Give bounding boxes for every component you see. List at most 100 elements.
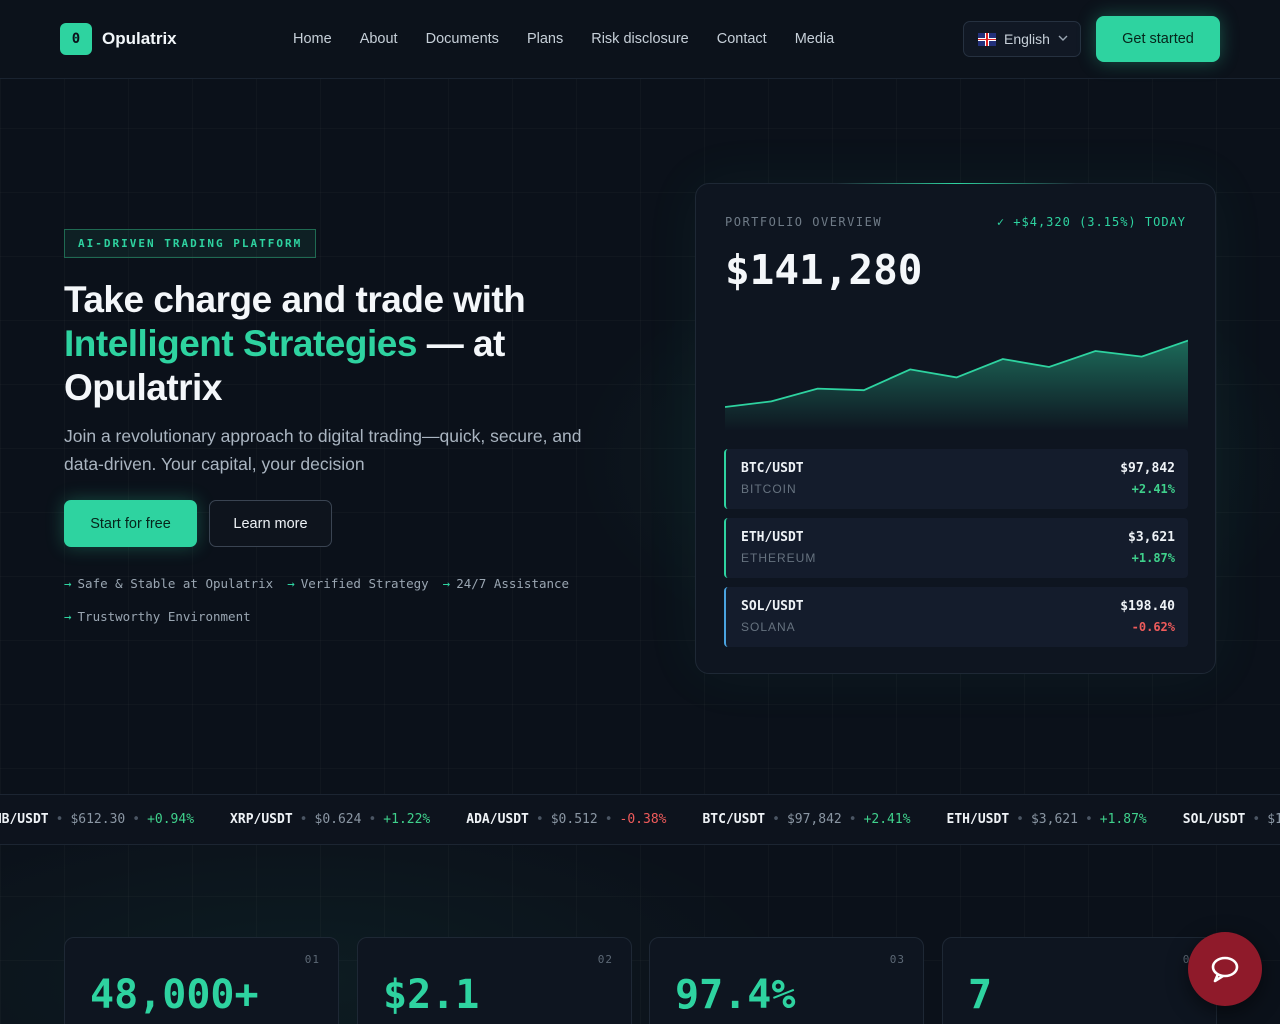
ticker-item[interactable]: ETH/USDT • $3,621 • +1.87% <box>947 812 1147 827</box>
nav-item-documents[interactable]: Documents <box>426 31 499 47</box>
coin-name: ETHEREUM <box>741 551 817 565</box>
headline-part-1: Take charge and trade with <box>64 279 526 320</box>
price-ticker: BNB/USDT • $612.30 • +0.94% XRP/USDT • $0.624 • +… <box>0 794 1280 845</box>
ticker-item[interactable]: BTC/USDT • $97,842 • +2.41% <box>702 812 910 827</box>
nav-item-risk-disclosure[interactable]: Risk disclosure <box>591 31 689 47</box>
separator-dot: • <box>848 812 857 827</box>
ticker-price: $0.624 <box>314 812 362 827</box>
ticker-change: +0.94% <box>147 812 195 827</box>
feature-item: → Trustworthy Environment <box>64 609 251 624</box>
feature-item: → Verified Strategy <box>287 576 429 591</box>
portfolio-area-chart <box>725 339 1188 431</box>
start-for-free-button[interactable]: Start for free <box>64 500 197 547</box>
portfolio-today-change: ✓ +$4,320 (3.15%) TODAY <box>996 215 1186 229</box>
ticker-item[interactable]: SOL/USDT•$198.40•-0.62% <box>1183 812 1280 827</box>
market-row-btc[interactable]: BTC/USDT BITCOIN $97,842 +2.41% <box>724 449 1188 509</box>
language-label: English <box>1004 31 1050 47</box>
brand-logo[interactable]: 0 Opulatrix <box>60 23 177 55</box>
arrow-right-icon: → <box>287 576 295 591</box>
nav-item-about[interactable]: About <box>360 31 398 47</box>
feature-item: → 24/7 Assistance <box>442 576 570 591</box>
arrow-right-icon: → <box>64 609 72 624</box>
separator-dot: • <box>1252 812 1261 827</box>
ticker-track: BNB/USDT • $612.30 • +0.94% XRP/USDT • $0.624 • +… <box>0 812 1280 827</box>
stat-index: 03 <box>889 953 905 966</box>
stat-card: 04 7 <box>942 937 1217 1024</box>
coin-name: SOLANA <box>741 620 796 634</box>
ticker-price: $198.40 <box>1267 812 1280 827</box>
pair-change: -0.62% <box>1131 620 1175 634</box>
pair-price: $198.40 <box>1120 599 1175 614</box>
language-selector[interactable]: English <box>963 21 1081 57</box>
uk-flag-icon <box>978 32 996 46</box>
stat-value: 7 <box>968 972 993 1018</box>
arrow-right-icon: → <box>442 576 451 591</box>
hero-headline: Take charge and trade with Intelligent S… <box>64 278 624 410</box>
hero-subtext: Join a revolutionary approach to digital… <box>64 426 582 474</box>
stat-index: 01 <box>304 953 320 966</box>
arrow-right-icon: → <box>64 576 72 591</box>
pair-price: $97,842 <box>1120 461 1175 476</box>
separator-dot: • <box>299 812 308 827</box>
stat-value: 48,000+ <box>90 972 259 1018</box>
pair-change: +2.41% <box>1131 482 1175 496</box>
ticker-item[interactable]: BNB/USDT • $612.30 • +0.94% <box>0 812 194 827</box>
separator-dot: • <box>604 812 613 827</box>
portfolio-card: PORTFOLIO OVERVIEW ✓ +$4,320 (3.15%) TOD… <box>695 183 1216 674</box>
pair-name: BTC/USDT <box>741 461 804 476</box>
ticker-symbol: ETH/USDT <box>946 812 1010 827</box>
nav-item-home[interactable]: Home <box>293 31 332 47</box>
logo-mark-icon: 0 <box>60 23 92 55</box>
ticker-price: $97,842 <box>786 812 842 827</box>
nav-item-plans[interactable]: Plans <box>527 31 563 47</box>
coin-name: BITCOIN <box>741 482 797 496</box>
main-menu: Home About Documents Plans Risk disclosu… <box>293 31 834 47</box>
stat-value: 97.4% <box>675 972 796 1018</box>
pair-change: +1.87% <box>1131 551 1175 565</box>
stat-value: $2.1 <box>383 972 480 1018</box>
separator-dot: • <box>535 812 544 827</box>
stat-card: 01 48,000+ <box>64 937 339 1024</box>
stat-index: 02 <box>597 953 613 966</box>
separator-dot: • <box>55 812 64 827</box>
portfolio-total: $141,280 <box>725 246 923 294</box>
ticker-symbol: BNB/USDT <box>0 812 49 827</box>
ticker-symbol: SOL/USDT <box>1182 812 1246 827</box>
portfolio-label: PORTFOLIO OVERVIEW <box>725 215 883 229</box>
pair-name: SOL/USDT <box>741 599 804 614</box>
ticker-change: +1.87% <box>1099 812 1147 827</box>
ticker-symbol: ADA/USDT <box>466 812 529 827</box>
ticker-price: $612.30 <box>70 812 126 827</box>
nav-item-contact[interactable]: Contact <box>717 31 767 47</box>
ticker-price: $0.512 <box>550 812 598 827</box>
ticker-change: -0.38% <box>619 812 667 827</box>
top-navigation: 0 Opulatrix Home About Documents Plans R… <box>0 0 1280 79</box>
ticker-item[interactable]: XRP/USDT • $0.624 • +1.22% <box>230 812 430 827</box>
get-started-button[interactable]: Get started <box>1096 16 1220 62</box>
nav-item-media[interactable]: Media <box>795 31 835 47</box>
market-row-eth[interactable]: ETH/USDT ETHEREUM $3,621 +1.87% <box>724 518 1188 578</box>
ticker-price: $3,621 <box>1030 812 1078 827</box>
headline-accent: Intelligent Strategies <box>64 323 417 364</box>
chat-button[interactable] <box>1188 932 1262 1006</box>
separator-dot: • <box>132 812 141 827</box>
market-list: BTC/USDT BITCOIN $97,842 +2.41% ETH/USDT… <box>724 449 1188 656</box>
feature-list: → Safe & Stable at Opulatrix → Verified St… <box>64 576 634 624</box>
separator-dot: • <box>1016 812 1024 827</box>
separator-dot: • <box>1084 812 1093 827</box>
feature-item: → Safe & Stable at Opulatrix <box>64 576 274 591</box>
market-row-sol[interactable]: SOL/USDT SOLANA $198.40 -0.62% <box>724 587 1188 647</box>
separator-dot: • <box>772 812 780 827</box>
ticker-change: +1.22% <box>383 812 431 827</box>
ticker-item[interactable]: ADA/USDT • $0.512 • -0.38% <box>466 812 666 827</box>
chat-bubble-icon <box>1211 956 1239 983</box>
stat-card: 03 97.4% <box>649 937 924 1024</box>
pair-name: ETH/USDT <box>741 530 804 545</box>
learn-more-button[interactable]: Learn more <box>209 500 332 547</box>
separator-dot: • <box>368 812 377 827</box>
ticker-symbol: BTC/USDT <box>702 812 766 827</box>
ticker-symbol: XRP/USDT <box>230 812 293 827</box>
chevron-down-icon <box>1058 34 1068 45</box>
ticker-change: +2.41% <box>863 812 911 827</box>
pair-price: $3,621 <box>1128 530 1175 545</box>
